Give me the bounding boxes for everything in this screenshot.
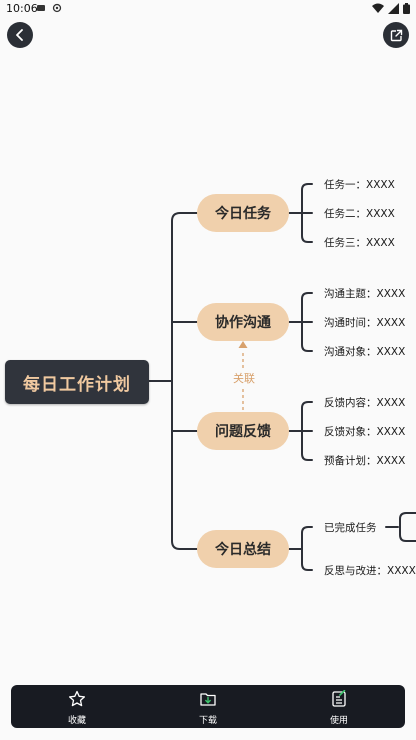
- leaf-node[interactable]: 已完成任务: [324, 520, 377, 535]
- bottom-nav: 收藏 下载 使用: [11, 685, 405, 728]
- leaf-node[interactable]: 沟通对象：XXXX: [324, 344, 405, 359]
- favorite-button[interactable]: 收藏: [47, 690, 107, 726]
- star-icon: [68, 690, 86, 707]
- leaf-node[interactable]: 沟通主题：XXXX: [324, 286, 405, 301]
- download-icon: [200, 693, 216, 706]
- relation-label[interactable]: 关联: [232, 370, 256, 386]
- favorite-label: 收藏: [67, 716, 86, 726]
- edit-document-icon: [332, 689, 346, 707]
- central-topic[interactable]: 每日工作计划: [5, 360, 149, 404]
- use-label: 使用: [329, 716, 348, 726]
- branch-collaboration[interactable]: 协作沟通: [197, 303, 289, 341]
- branch-today-tasks[interactable]: 今日任务: [197, 194, 289, 232]
- leaf-node[interactable]: 沟通时间：XXXX: [324, 315, 405, 330]
- download-button[interactable]: 下载: [178, 690, 238, 726]
- leaf-node[interactable]: 反思与改进：XXXX: [324, 563, 416, 578]
- leaf-node[interactable]: 任务二：XXXX: [324, 206, 395, 221]
- leaf-node[interactable]: 反馈对象：XXXX: [324, 424, 405, 439]
- leaf-node[interactable]: 预备计划：XXXX: [324, 453, 405, 468]
- branch-issue-feedback[interactable]: 问题反馈: [197, 412, 289, 450]
- download-label: 下载: [198, 716, 217, 726]
- branch-daily-summary[interactable]: 今日总结: [197, 530, 289, 568]
- leaf-node[interactable]: 反馈内容：XXXX: [324, 395, 405, 410]
- use-button[interactable]: 使用: [309, 689, 369, 726]
- leaf-node[interactable]: 任务三：XXXX: [324, 235, 395, 250]
- leaf-node[interactable]: 任务一：XXXX: [324, 177, 395, 192]
